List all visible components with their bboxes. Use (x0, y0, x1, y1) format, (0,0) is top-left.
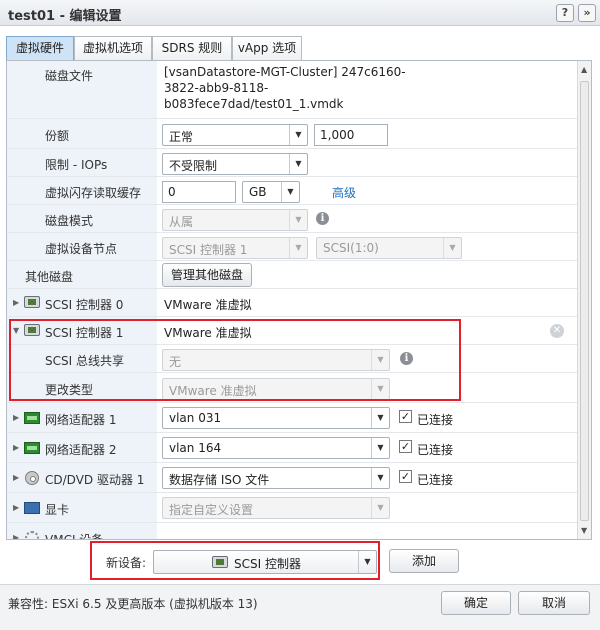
window-title: test01 - 编辑设置 (8, 9, 122, 24)
flash-cache-row: 虚拟闪存读取缓存 0 GB ▼ 高级 (7, 177, 578, 205)
disk-file-label: 磁盘文件 (45, 69, 94, 83)
other-disks-row: 其他磁盘 管理其他磁盘 (7, 261, 578, 289)
disk-file-line-1: [vsanDatastore-MGT-Cluster] 247c6160- (164, 65, 406, 79)
limit-iops-label: 限制 - IOPs (45, 158, 108, 172)
vertical-scrollbar[interactable]: ▲ ▼ (577, 61, 591, 539)
network-adapter-icon (24, 442, 40, 454)
scsi-controller-0-value: VMware 准虚拟 (164, 298, 252, 312)
expand-arrow-icon[interactable]: ▶ (13, 298, 19, 307)
expand-arrow-icon[interactable]: ▶ (13, 443, 19, 452)
other-disks-label: 其他磁盘 (25, 270, 74, 284)
connected-label: 已连接 (417, 443, 454, 457)
info-icon[interactable]: i (316, 212, 329, 225)
tab-vapp-options[interactable]: vApp 选项 (232, 36, 302, 60)
device-node-controller-select[interactable]: SCSI 控制器 1 ▼ (162, 237, 308, 259)
remove-device-icon[interactable]: ✕ (550, 324, 564, 338)
chevron-down-icon: ▼ (371, 438, 389, 458)
expand-arrow-icon[interactable]: ▶ (13, 503, 19, 512)
advanced-link[interactable]: 高级 (332, 184, 356, 201)
chevron-down-icon: ▼ (371, 408, 389, 428)
expand-arrow-icon[interactable]: ▶ (13, 473, 19, 482)
hardware-panel: 磁盘文件 [vsanDatastore-MGT-Cluster] 247c616… (6, 60, 592, 540)
flash-cache-input[interactable]: 0 (162, 181, 236, 203)
new-device-bar: 新设备: SCSI 控制器 ▼ 添加 (0, 540, 600, 584)
network-adapter-2-label: 网络适配器 2 (45, 443, 117, 457)
shares-label: 份额 (45, 129, 70, 143)
expand-button[interactable]: » (578, 4, 596, 22)
video-card-row[interactable]: ▶ 显卡 指定自定义设置 ▼ (7, 493, 578, 523)
highlight-box (9, 319, 461, 401)
add-device-button[interactable]: 添加 (389, 549, 459, 573)
network-adapter-2-row[interactable]: ▶ 网络适配器 2 vlan 164 ▼ ✓ 已连接 (7, 433, 578, 463)
cd-dvd-row[interactable]: ▶ CD/DVD 驱动器 1 数据存储 ISO 文件 ▼ ✓ 已连接 (7, 463, 578, 493)
limit-iops-row: 限制 - IOPs 不受限制 ▼ (7, 149, 578, 177)
video-card-label: 显卡 (45, 503, 70, 517)
disk-file-row: 磁盘文件 [vsanDatastore-MGT-Cluster] 247c616… (7, 61, 578, 119)
disk-mode-select[interactable]: 从属 ▼ (162, 209, 308, 231)
device-node-row: 虚拟设备节点 SCSI 控制器 1 ▼ SCSI(1:0) ▼ (7, 233, 578, 261)
connected-label: 已连接 (417, 473, 454, 487)
scroll-down-icon[interactable]: ▼ (581, 526, 587, 535)
vmci-device-icon (25, 531, 39, 539)
chevron-down-icon: ▼ (289, 238, 307, 258)
chevron-down-icon: ▼ (289, 125, 307, 145)
device-node-label: 虚拟设备节点 (45, 242, 118, 256)
scrollbar-thumb[interactable] (580, 81, 589, 521)
title-bar: test01 - 编辑设置 ? » (0, 0, 600, 26)
cd-dvd-label: CD/DVD 驱动器 1 (45, 473, 145, 487)
footer: 兼容性: ESXi 6.5 及更高版本 (虚拟机版本 13) 确定 取消 (0, 584, 600, 630)
disk-mode-row: 磁盘模式 从属 ▼ i (7, 205, 578, 233)
ok-button[interactable]: 确定 (441, 591, 511, 615)
connected-checkbox[interactable]: ✓ (399, 470, 412, 483)
video-card-select[interactable]: 指定自定义设置 ▼ (162, 497, 390, 519)
tab-virtual-hardware[interactable]: 虚拟硬件 (6, 36, 74, 60)
connected-checkbox[interactable]: ✓ (399, 410, 412, 423)
monitor-icon (24, 502, 40, 514)
highlight-box (90, 541, 380, 580)
hardware-list: 磁盘文件 [vsanDatastore-MGT-Cluster] 247c616… (7, 61, 578, 539)
cd-dvd-select[interactable]: 数据存储 ISO 文件 ▼ (162, 467, 390, 489)
tab-vm-options[interactable]: 虚拟机选项 (74, 36, 152, 60)
chevron-down-icon: ▼ (371, 468, 389, 488)
help-button[interactable]: ? (556, 4, 574, 22)
scroll-up-icon[interactable]: ▲ (581, 65, 587, 74)
scsi-controller-0-row[interactable]: ▶ SCSI 控制器 0 VMware 准虚拟 (7, 289, 578, 317)
vmci-label: VMCI 设备 (45, 531, 103, 539)
chevron-down-icon: ▼ (281, 182, 299, 202)
flash-cache-unit-select[interactable]: GB ▼ (242, 181, 300, 203)
cd-drive-icon (25, 471, 39, 485)
network-adapter-1-row[interactable]: ▶ 网络适配器 1 vlan 031 ▼ ✓ 已连接 (7, 403, 578, 433)
network-adapter-1-select[interactable]: vlan 031 ▼ (162, 407, 390, 429)
vmci-row[interactable]: ▶ VMCI 设备 (7, 523, 578, 539)
chevron-down-icon: ▼ (443, 238, 461, 258)
manage-other-disks-button[interactable]: 管理其他磁盘 (162, 263, 252, 287)
network-adapter-icon (24, 412, 40, 424)
chevron-down-icon: ▼ (289, 154, 307, 174)
network-adapter-2-select[interactable]: vlan 164 ▼ (162, 437, 390, 459)
flash-cache-label: 虚拟闪存读取缓存 (45, 186, 142, 200)
cancel-button[interactable]: 取消 (518, 591, 590, 615)
limit-iops-select[interactable]: 不受限制 ▼ (162, 153, 308, 175)
chevron-down-icon: ▼ (371, 498, 389, 518)
disk-mode-label: 磁盘模式 (45, 214, 94, 228)
scsi-controller-icon (24, 296, 40, 308)
chevron-down-icon: ▼ (289, 210, 307, 230)
shares-select[interactable]: 正常 ▼ (162, 124, 308, 146)
connected-label: 已连接 (417, 413, 454, 427)
disk-file-line-3: b083fece7dad/test01_1.vmdk (164, 97, 344, 111)
connected-checkbox[interactable]: ✓ (399, 440, 412, 453)
shares-number-input[interactable]: 1,000 (314, 124, 388, 146)
scsi-controller-0-label: SCSI 控制器 0 (45, 298, 124, 312)
expand-arrow-icon[interactable]: ▶ (13, 533, 19, 539)
shares-row: 份额 正常 ▼ 1,000 (7, 119, 578, 149)
network-adapter-1-label: 网络适配器 1 (45, 413, 117, 427)
compatibility-text: 兼容性: ESXi 6.5 及更高版本 (虚拟机版本 13) (8, 597, 258, 611)
device-node-slot-select[interactable]: SCSI(1:0) ▼ (316, 237, 462, 259)
expand-arrow-icon[interactable]: ▶ (13, 413, 19, 422)
disk-file-line-2: 3822-abb9-8118- (164, 81, 269, 95)
tab-sdrs-rules[interactable]: SDRS 规则 (152, 36, 232, 60)
